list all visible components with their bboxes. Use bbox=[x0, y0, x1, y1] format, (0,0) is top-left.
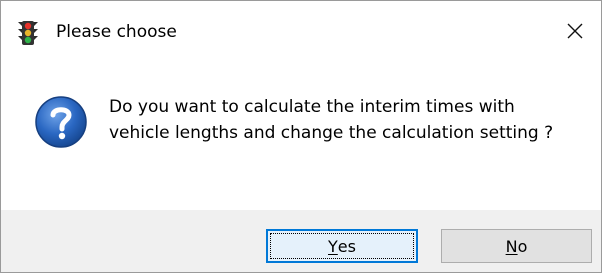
dialog-window: Please choose Do you want to calculate t… bbox=[0, 0, 602, 273]
no-label-rest: o bbox=[517, 236, 528, 256]
yes-mnemonic: Y bbox=[328, 236, 338, 256]
title-bar: Please choose bbox=[1, 1, 601, 64]
yes-button[interactable]: Yes bbox=[266, 229, 418, 263]
question-icon bbox=[34, 95, 88, 149]
no-button[interactable]: No bbox=[441, 229, 592, 263]
window-title: Please choose bbox=[56, 22, 177, 42]
traffic-light-icon bbox=[15, 20, 41, 46]
message-text: Do you want to calculate the interim tim… bbox=[109, 94, 589, 146]
message-line-2: vehicle lengths and change the calculati… bbox=[109, 123, 554, 143]
yes-label-rest: es bbox=[337, 236, 356, 256]
message-line-1: Do you want to calculate the interim tim… bbox=[109, 97, 515, 117]
no-mnemonic: N bbox=[505, 236, 518, 256]
button-bar: Yes No bbox=[1, 210, 601, 272]
close-icon bbox=[566, 22, 584, 44]
close-button[interactable] bbox=[549, 11, 601, 55]
